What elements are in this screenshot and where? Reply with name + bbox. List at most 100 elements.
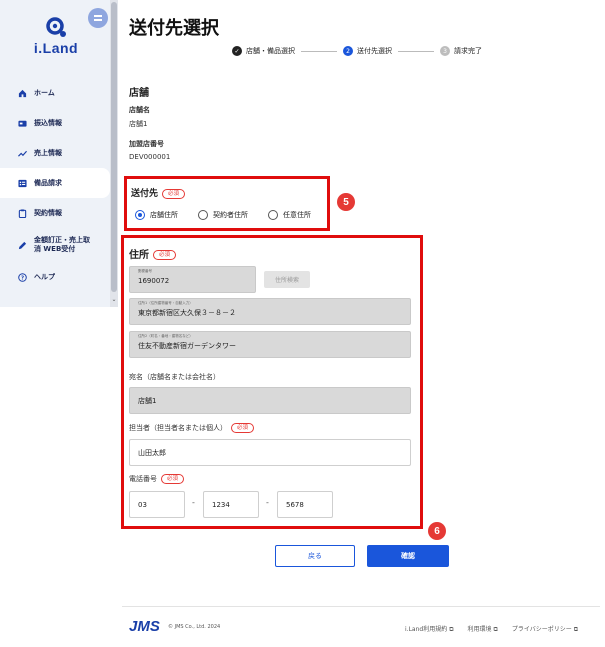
radio-empty-icon [268, 210, 278, 220]
phone-label: 電話番号 必須 [129, 474, 185, 484]
required-badge: 必須 [162, 188, 186, 199]
back-button[interactable]: 戻る [275, 545, 355, 567]
app-logo[interactable]: i.Land [28, 16, 84, 56]
address2-label: 住所2（町名・番地・建物名など） [138, 334, 193, 338]
svg-text:?: ? [21, 275, 24, 281]
contact-name-input[interactable]: 山田太郎 [129, 439, 411, 466]
phone-separator: - [192, 498, 195, 507]
sidebar-item-label: ヘルプ [34, 273, 55, 281]
footer-links: i.Land利用規約 ⧉ 利用環境 ⧉ プライバシーポリシー ⧉ [405, 624, 578, 634]
footer-copyright: © JMS Co., Ltd. 2024 [168, 624, 221, 630]
footer-link-label: プライバシーポリシー [511, 626, 572, 633]
scroll-down-icon[interactable]: ⌄ [110, 296, 118, 303]
phone-middle-input[interactable]: 1234 [203, 491, 259, 518]
step-connector [301, 50, 337, 52]
step-label: 店舗・備品選択 [246, 47, 295, 55]
footer-logo: JMS [129, 618, 160, 635]
card-icon [18, 119, 27, 128]
phone-label-text: 電話番号 [129, 475, 157, 483]
sidebar-item-home[interactable]: ホーム [0, 78, 110, 108]
radio-label: 契約者住所 [213, 211, 248, 219]
clipboard-icon [18, 208, 27, 218]
address2-value: 住友不動産新宿ガーデンタワー [138, 342, 236, 350]
radio-selected-icon [135, 210, 145, 220]
address1-field[interactable]: 住所1（住所建物番号・自動入力） 東京都新宿区大久保３－８－２ [129, 298, 411, 325]
sidebar-nav: ホーム 振込情報 売上情報 備品請求 契約情報 金額訂正・売上取消 WEB受付 … [0, 78, 110, 292]
postal-code-field[interactable]: 郵便番号 1690072 [129, 266, 256, 293]
step-number: 3 [440, 46, 450, 56]
confirm-button[interactable]: 確認 [367, 545, 449, 567]
radio-custom-address[interactable]: 任意住所 [268, 210, 311, 220]
recipient-label: 宛名（店舗名または会社名） [129, 373, 220, 381]
annotation-badge-6: 6 [428, 522, 446, 540]
recipient-value: 店舗1 [138, 396, 157, 405]
phone-area-value: 03 [138, 500, 147, 509]
sidebar-item-help[interactable]: ? ヘルプ [0, 262, 110, 292]
highlight-box-destination [124, 176, 330, 231]
phone-area-input[interactable]: 03 [129, 491, 185, 518]
logo-text: i.Land [33, 40, 79, 56]
store-section-title: 店舗 [129, 88, 149, 99]
sidebar-item-label: 振込情報 [34, 119, 62, 127]
step-1: ✓ 店舗・備品選択 [232, 46, 295, 56]
address1-value: 東京都新宿区大久保３－８－２ [138, 309, 236, 317]
destination-title: 送付先 必須 [131, 186, 186, 199]
required-badge: 必須 [161, 474, 185, 484]
phone-last-input[interactable]: 5678 [277, 491, 333, 518]
address-title-text: 住所 [129, 250, 149, 261]
sidebar-scroll-thumb[interactable] [111, 2, 117, 292]
radio-label: 店舗住所 [150, 211, 178, 219]
sidebar-item-label: 契約情報 [34, 209, 62, 217]
phone-last-value: 5678 [286, 500, 304, 509]
progress-stepper: ✓ 店舗・備品選択 2 送付先選択 3 請求完了 [232, 46, 482, 56]
annotation-badge-5: 5 [337, 193, 355, 211]
menu-toggle-button[interactable] [88, 8, 108, 28]
phone-separator: - [266, 498, 269, 507]
trend-icon [18, 149, 27, 158]
pencil-icon [18, 241, 27, 250]
contact-label-text: 担当者（担当者名または個人） [129, 424, 227, 432]
external-link-icon: ⧉ [449, 626, 454, 633]
member-number-label: 加盟店番号 [129, 140, 164, 148]
step-2: 2 送付先選択 [343, 46, 392, 56]
radio-store-address[interactable]: 店舗住所 [135, 210, 178, 220]
sidebar-item-sales[interactable]: 売上情報 [0, 138, 110, 168]
required-badge: 必須 [153, 250, 177, 260]
external-link-icon: ⧉ [573, 626, 579, 633]
list-icon [18, 179, 27, 188]
logo-mark-icon [45, 16, 67, 38]
sidebar-item-supplies[interactable]: 備品請求 [0, 168, 110, 198]
required-badge: 必須 [231, 423, 255, 433]
footer-link-label: 利用環境 [467, 626, 492, 633]
address1-label: 住所1（住所建物番号・自動入力） [138, 301, 193, 305]
sidebar-item-contract[interactable]: 契約情報 [0, 198, 110, 228]
sidebar-item-label: 備品請求 [34, 179, 62, 187]
step-number: 2 [343, 46, 353, 56]
postal-code-label: 郵便番号 [138, 269, 152, 273]
step-connector [398, 50, 434, 52]
help-icon: ? [18, 272, 27, 282]
home-icon [18, 89, 27, 98]
sidebar-item-label: ホーム [34, 89, 55, 97]
store-name-label: 店舗名 [129, 106, 150, 114]
destination-title-text: 送付先 [131, 189, 159, 199]
footer-link-privacy[interactable]: プライバシーポリシー ⧉ [512, 624, 578, 634]
address2-field[interactable]: 住所2（町名・番地・建物名など） 住友不動産新宿ガーデンタワー [129, 331, 411, 358]
contact-label: 担当者（担当者名または個人） 必須 [129, 423, 255, 433]
address-search-button[interactable]: 住所検索 [264, 271, 310, 288]
external-link-icon: ⧉ [493, 626, 498, 633]
radio-contractor-address[interactable]: 契約者住所 [198, 210, 248, 220]
step-label: 送付先選択 [357, 47, 392, 55]
address-title: 住所 必須 [129, 246, 177, 261]
step-label: 請求完了 [454, 47, 482, 55]
member-number-value: DEV000001 [129, 153, 171, 161]
step-3: 3 請求完了 [440, 46, 482, 56]
footer-link-terms[interactable]: i.Land利用規約 ⧉ [405, 624, 454, 634]
page-title: 送付先選択 [129, 18, 219, 39]
footer-divider [122, 606, 600, 607]
recipient-field[interactable]: 店舗1 [129, 387, 411, 414]
radio-empty-icon [198, 210, 208, 220]
sidebar-item-correction[interactable]: 金額訂正・売上取消 WEB受付 [0, 228, 110, 262]
sidebar-item-transfer[interactable]: 振込情報 [0, 108, 110, 138]
footer-link-environment[interactable]: 利用環境 ⧉ [468, 624, 498, 634]
